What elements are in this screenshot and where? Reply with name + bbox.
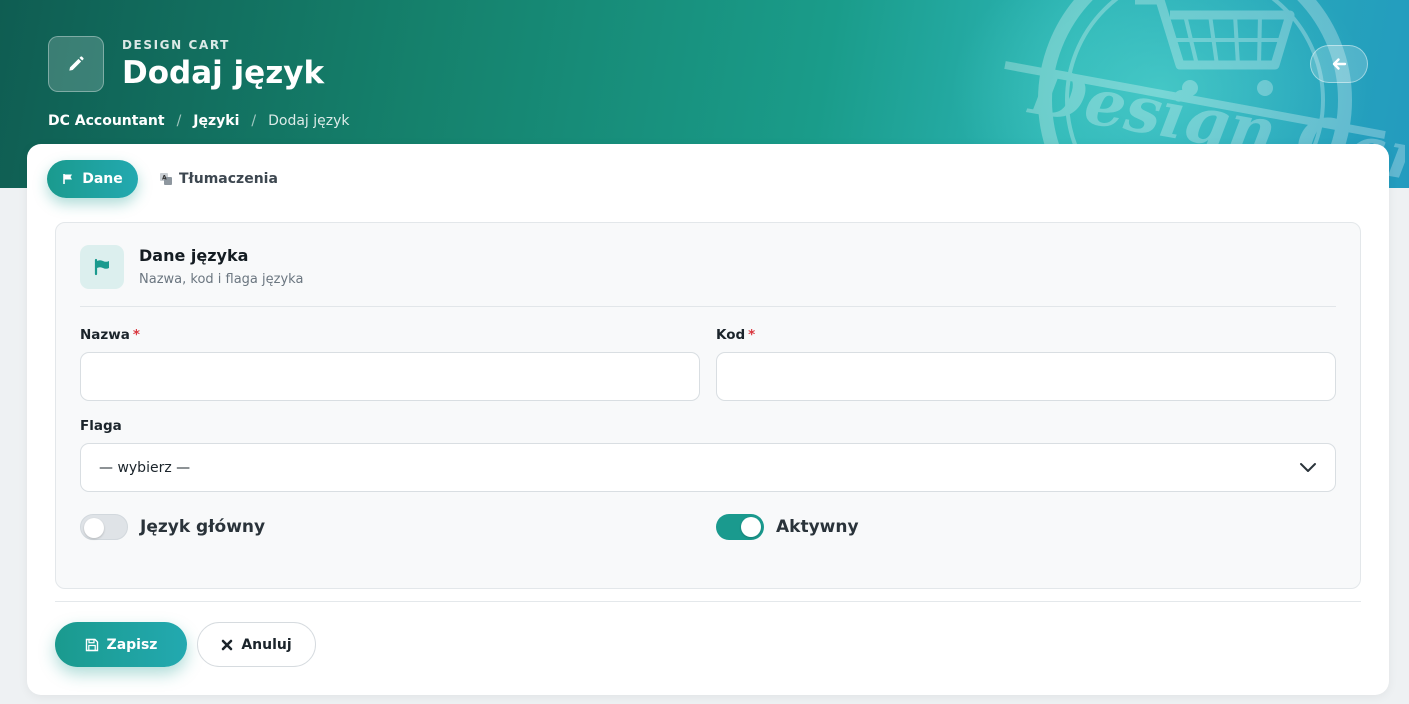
name-input[interactable] — [80, 352, 700, 401]
breadcrumb-item-current: Dodaj język — [268, 113, 350, 129]
flag-select-value: — wybierz — — [99, 459, 191, 476]
toggle-knob — [84, 518, 104, 538]
page-title: Dodaj język — [122, 55, 325, 91]
section-divider — [80, 306, 1336, 307]
active-label: Aktywny — [776, 517, 859, 537]
save-button-label: Zapisz — [106, 636, 158, 653]
required-marker: * — [748, 327, 756, 343]
code-input[interactable] — [716, 352, 1336, 401]
close-icon — [222, 639, 233, 650]
back-button[interactable] — [1310, 45, 1368, 83]
section-subtitle: Nazwa, kod i flaga języka — [139, 272, 304, 287]
main-language-toggle[interactable] — [80, 514, 128, 540]
translate-icon: A — [160, 173, 172, 185]
required-marker: * — [132, 327, 140, 343]
active-toggle[interactable] — [716, 514, 764, 540]
app-kicker: DESIGN CART — [122, 38, 230, 52]
tab-tlumaczenia[interactable]: A Tłumaczenia — [159, 160, 278, 198]
flag-icon — [80, 245, 124, 289]
save-button[interactable]: Zapisz — [55, 622, 187, 667]
flag-icon — [63, 174, 73, 184]
active-toggle-row: Aktywny — [716, 514, 859, 540]
cancel-button[interactable]: Anuluj — [197, 622, 316, 667]
language-data-panel: Dane języka Nazwa, kod i flaga języka Na… — [55, 222, 1361, 589]
breadcrumb-separator: / — [176, 113, 182, 129]
breadcrumb-separator: / — [251, 113, 257, 129]
svg-text:A: A — [162, 175, 167, 182]
main-language-label: Język główny — [140, 517, 266, 537]
toggle-knob — [741, 517, 761, 537]
cancel-button-label: Anuluj — [241, 636, 292, 653]
save-icon — [85, 638, 98, 651]
breadcrumb: DC Accountant / Języki / Dodaj język — [48, 113, 350, 129]
main-language-toggle-row: Język główny — [80, 514, 265, 540]
arrow-left-icon — [1332, 58, 1347, 70]
tab-dane[interactable]: Dane — [47, 160, 138, 198]
actions-divider — [55, 601, 1361, 602]
edit-icon — [48, 36, 104, 92]
name-label-text: Nazwa — [80, 327, 130, 343]
tab-dane-label: Dane — [82, 171, 123, 187]
section-title: Dane języka — [139, 246, 249, 265]
flag-field-label: Flaga — [80, 418, 122, 434]
chevron-down-icon — [1300, 462, 1316, 472]
breadcrumb-item-languages[interactable]: Języki — [193, 113, 239, 129]
breadcrumb-item-dc-accountant[interactable]: DC Accountant — [48, 113, 165, 129]
tab-tlumaczenia-label: Tłumaczenia — [179, 171, 278, 187]
flag-select[interactable]: — wybierz — — [80, 443, 1336, 492]
name-field-label: Nazwa * — [80, 327, 140, 343]
code-label-text: Kod — [716, 327, 746, 343]
form-card: Dane A Tłumaczenia Dane języka Nazwa, ko… — [27, 144, 1389, 695]
code-field-label: Kod * — [716, 327, 755, 343]
